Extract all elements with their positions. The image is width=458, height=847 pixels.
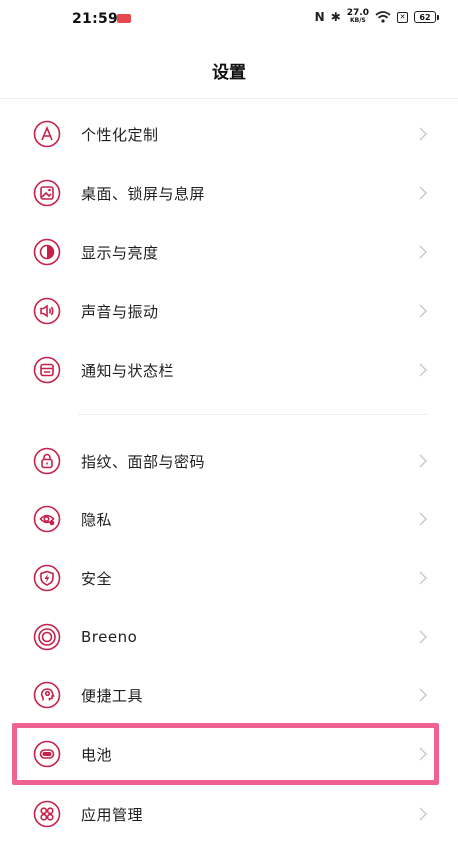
settings-item-app-management[interactable]: 应用管理 bbox=[0, 785, 458, 843]
highlight-box bbox=[12, 723, 439, 785]
network-speed-value: 27.0 bbox=[346, 8, 369, 18]
bluetooth-icon: ✱ bbox=[330, 10, 341, 24]
security-shield-icon bbox=[33, 564, 61, 592]
chevron-right-icon bbox=[417, 627, 429, 647]
chevron-right-icon bbox=[417, 568, 429, 588]
chevron-right-icon bbox=[417, 451, 429, 471]
lock-icon bbox=[33, 447, 61, 475]
sim-icon: ✕ bbox=[397, 11, 408, 23]
network-speed-unit: KB/S bbox=[350, 17, 366, 24]
settings-item-personalization[interactable]: 个性化定制 bbox=[0, 105, 458, 163]
settings-item-label: 声音与振动 bbox=[81, 302, 159, 321]
settings-item-label: 应用管理 bbox=[81, 805, 144, 824]
page-title: 设置 bbox=[212, 63, 246, 83]
brightness-icon bbox=[33, 238, 61, 266]
chevron-right-icon bbox=[417, 509, 429, 529]
chevron-right-icon bbox=[417, 124, 429, 144]
header-divider bbox=[0, 98, 458, 99]
chevron-right-icon bbox=[417, 301, 429, 321]
section-divider bbox=[78, 414, 428, 415]
settings-item-label: 安全 bbox=[81, 569, 113, 588]
settings-item-breeno[interactable]: Breeno bbox=[0, 608, 458, 666]
chevron-right-icon bbox=[417, 183, 429, 203]
personalize-icon bbox=[33, 120, 61, 148]
settings-item-label: Breeno bbox=[81, 628, 138, 646]
nfc-icon: N bbox=[314, 10, 325, 24]
status-time: 21:59 bbox=[72, 11, 119, 27]
breeno-icon bbox=[33, 623, 61, 651]
chevron-right-icon bbox=[417, 242, 429, 262]
wallpaper-icon bbox=[33, 179, 61, 207]
notification-icon bbox=[33, 356, 61, 384]
tools-icon bbox=[33, 681, 61, 709]
chevron-right-icon bbox=[417, 804, 429, 824]
chevron-right-icon bbox=[417, 360, 429, 380]
settings-item-label: 指纹、面部与密码 bbox=[81, 452, 206, 471]
settings-item-wallpaper[interactable]: 桌面、锁屏与息屏 bbox=[0, 164, 458, 222]
battery-level: 62 bbox=[419, 12, 431, 22]
speaker-icon bbox=[33, 297, 61, 325]
settings-item-label: 个性化定制 bbox=[81, 125, 159, 144]
settings-item-security[interactable]: 安全 bbox=[0, 549, 458, 607]
settings-item-label: 通知与状态栏 bbox=[81, 361, 175, 380]
apps-icon bbox=[33, 800, 61, 828]
wifi-icon bbox=[375, 11, 391, 23]
settings-item-label: 隐私 bbox=[81, 510, 113, 529]
status-bar: 21:59 N ✱ 27.0 KB/S ✕ 62 bbox=[0, 0, 458, 40]
settings-item-display[interactable]: 显示与亮度 bbox=[0, 223, 458, 281]
settings-item-privacy[interactable]: 隐私 bbox=[0, 490, 458, 548]
privacy-eye-icon bbox=[33, 505, 61, 533]
settings-item-notifications[interactable]: 通知与状态栏 bbox=[0, 341, 458, 399]
settings-item-label: 便捷工具 bbox=[81, 686, 144, 705]
status-icons: N ✱ 27.0 KB/S ✕ 62 bbox=[314, 9, 439, 25]
settings-item-fingerprint-face-password[interactable]: 指纹、面部与密码 bbox=[0, 432, 458, 490]
network-speed: 27.0 KB/S bbox=[347, 9, 369, 25]
battery-indicator: 62 bbox=[414, 11, 439, 23]
settings-item-sound[interactable]: 声音与振动 bbox=[0, 282, 458, 340]
settings-item-label: 桌面、锁屏与息屏 bbox=[81, 184, 206, 203]
chevron-right-icon bbox=[417, 685, 429, 705]
settings-item-label: 显示与亮度 bbox=[81, 243, 159, 262]
app-notification-icon bbox=[117, 14, 131, 23]
settings-item-convenience-tools[interactable]: 便捷工具 bbox=[0, 666, 458, 724]
